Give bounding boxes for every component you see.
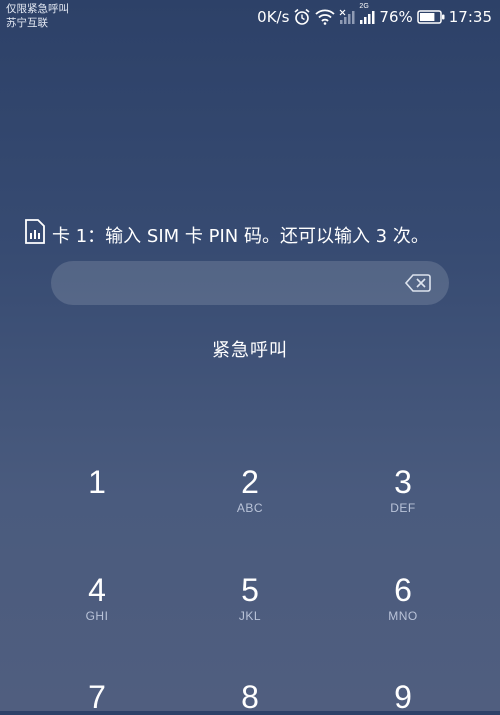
clock: 17:35 bbox=[448, 8, 492, 26]
key-letters: GHI bbox=[85, 609, 109, 623]
key-3[interactable]: 3 DEF bbox=[343, 465, 463, 515]
emergency-only-label: 仅限紧急呼叫 bbox=[6, 3, 69, 15]
sim-card-icon bbox=[24, 219, 46, 250]
status-bar-right: 0K/s 2G 76% 17:35 bbox=[257, 3, 492, 27]
pin-input[interactable] bbox=[69, 261, 403, 307]
key-digit: 5 bbox=[241, 572, 259, 608]
battery-icon bbox=[417, 10, 445, 24]
key-digit: 3 bbox=[394, 464, 412, 500]
key-4[interactable]: 4 GHI bbox=[37, 573, 157, 623]
key-1[interactable]: 1 bbox=[37, 465, 157, 501]
pin-field[interactable] bbox=[51, 261, 449, 307]
key-digit: 4 bbox=[88, 572, 106, 608]
key-digit: 1 bbox=[88, 464, 106, 500]
key-2[interactable]: 2 ABC bbox=[190, 465, 310, 515]
key-digit: 8 bbox=[241, 679, 259, 715]
signal-icon-2: 2G bbox=[359, 3, 375, 25]
key-letters: JKL bbox=[238, 609, 262, 623]
network-type-badge: 2G bbox=[359, 3, 369, 10]
key-7[interactable]: 7 bbox=[37, 680, 157, 714]
alarm-icon bbox=[293, 8, 311, 26]
key-digit: 2 bbox=[241, 464, 259, 500]
key-digit: 6 bbox=[394, 572, 412, 608]
key-8[interactable]: 8 bbox=[190, 680, 310, 714]
key-5[interactable]: 5 JKL bbox=[190, 573, 310, 623]
wifi-icon bbox=[315, 9, 336, 25]
signal-icon bbox=[339, 9, 355, 25]
key-letters: MNO bbox=[388, 609, 418, 623]
sim-pin-prompt: 卡 1：输入 SIM 卡 PIN 码。还可以输入 3 次。 bbox=[24, 219, 429, 250]
key-digit: 9 bbox=[394, 679, 412, 715]
key-letters: DEF bbox=[390, 501, 416, 515]
status-bar-left: 仅限紧急呼叫 苏宁互联 bbox=[6, 2, 69, 30]
network-speed: 0K/s bbox=[257, 8, 290, 26]
battery-fill bbox=[419, 13, 435, 21]
key-9[interactable]: 9 bbox=[343, 680, 463, 714]
backspace-icon[interactable] bbox=[404, 273, 431, 293]
emergency-call-button[interactable]: 紧急呼叫 bbox=[0, 336, 500, 362]
sim-pin-prompt-text: 卡 1：输入 SIM 卡 PIN 码。还可以输入 3 次。 bbox=[52, 225, 429, 247]
key-6[interactable]: 6 MNO bbox=[343, 573, 463, 623]
carrier-label: 苏宁互联 bbox=[6, 17, 48, 29]
battery-percent: 76% bbox=[379, 8, 413, 26]
key-digit: 7 bbox=[88, 679, 106, 715]
key-letters: ABC bbox=[236, 501, 264, 515]
